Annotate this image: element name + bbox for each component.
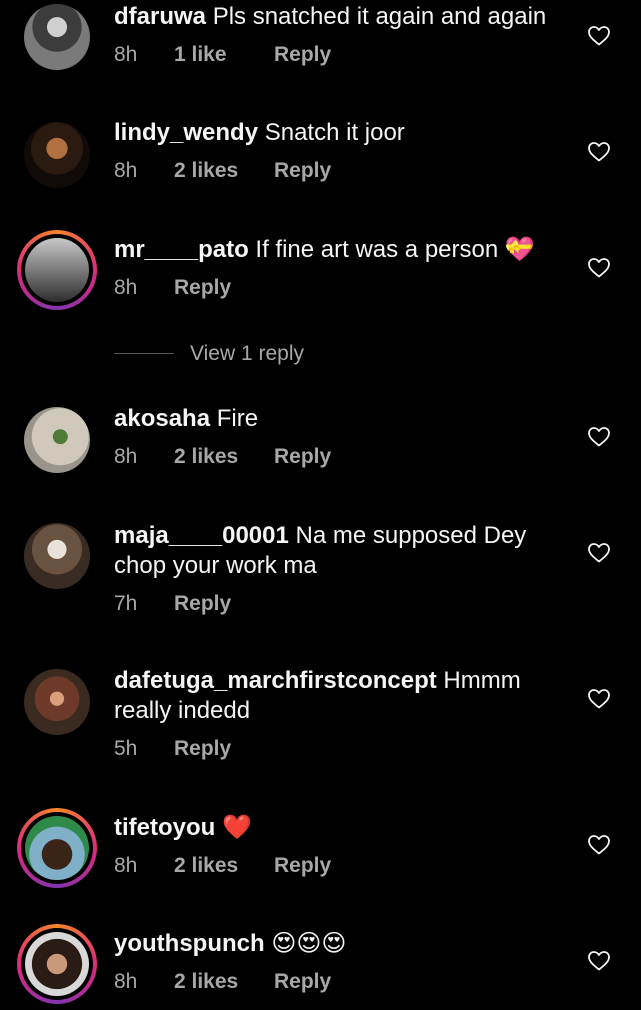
comment-item: youthspunch 😍😍😍 8h 2 likes Reply xyxy=(0,916,641,1010)
reply-button[interactable]: Reply xyxy=(174,736,231,762)
view-replies-label[interactable]: View 1 reply xyxy=(190,341,304,367)
comment-time: 8h xyxy=(114,445,138,468)
avatar[interactable] xyxy=(24,122,90,188)
comment-line: akosaha Fire xyxy=(114,404,574,434)
reply-button[interactable]: Reply xyxy=(274,853,331,879)
comment-likes[interactable]: 2 likes xyxy=(174,853,274,879)
comment-username[interactable]: akosaha xyxy=(114,405,210,432)
avatar-story-ring[interactable] xyxy=(17,924,97,1004)
red-heart-emoji: ❤️ xyxy=(222,813,252,841)
heart-outline-icon[interactable] xyxy=(586,949,612,973)
comment-meta: 8h 2 likes Reply xyxy=(114,969,574,995)
comment-time: 8h xyxy=(114,276,138,299)
comment-username[interactable]: maja____00001 xyxy=(114,522,289,549)
reply-button[interactable]: Reply xyxy=(174,591,231,617)
reply-button[interactable]: Reply xyxy=(274,969,331,995)
comment-text: If fine art was a person xyxy=(255,236,499,263)
comment-line: tifetoyou ❤️ xyxy=(114,812,574,843)
comment-meta: 8h Reply xyxy=(114,275,574,301)
heart-outline-icon[interactable] xyxy=(586,687,612,711)
comment-text-line2: chop your work ma xyxy=(114,552,317,579)
comment-username[interactable]: mr____pato xyxy=(114,236,249,263)
comment-line: mr____pato If fine art was a person 💝 xyxy=(114,234,574,265)
comment-text-line2: really indedd xyxy=(114,697,251,724)
comment-time: 8h xyxy=(114,159,138,182)
comment-item: tifetoyou ❤️ 8h 2 likes Reply xyxy=(0,800,641,912)
comment-item: lindy_wendy Snatch it joor 8h 2 likes Repl… xyxy=(0,110,641,222)
comment-likes[interactable]: 1 like xyxy=(174,42,274,68)
avatar[interactable] xyxy=(24,669,90,735)
comment-line: lindy_wendy Snatch it joor xyxy=(114,118,574,148)
comment-username[interactable]: tifetoyou xyxy=(114,814,215,841)
comment-meta: 8h 2 likes Reply xyxy=(114,158,574,184)
comment-username[interactable]: youthspunch xyxy=(114,930,265,957)
reply-button[interactable]: Reply xyxy=(274,42,331,68)
comment-item: akosaha Fire 8h 2 likes Reply xyxy=(0,392,641,502)
avatar-story-ring[interactable] xyxy=(17,808,97,888)
avatar[interactable] xyxy=(24,407,90,473)
comment-text: Pls snatched it again and again xyxy=(212,3,547,30)
comment-time: 8h xyxy=(114,43,138,66)
heart-outline-icon[interactable] xyxy=(586,425,612,449)
divider xyxy=(114,353,174,354)
comment-likes[interactable]: 2 likes xyxy=(174,444,274,470)
comment-item: mr____pato If fine art was a person 💝 8h… xyxy=(0,222,641,332)
comment-username[interactable]: dfaruwa xyxy=(114,3,206,30)
reply-button[interactable]: Reply xyxy=(274,158,331,184)
comment-likes[interactable]: 2 likes xyxy=(174,158,274,184)
comment-meta: 8h 1 like Reply xyxy=(114,42,574,68)
avatar[interactable] xyxy=(24,523,90,589)
comment-text: Snatch it joor xyxy=(264,119,405,146)
comment-item: dafetuga_marchfirstconcept Hmmm really i… xyxy=(0,654,641,794)
comment-username[interactable]: lindy_wendy xyxy=(114,119,258,146)
comment-meta: 8h 2 likes Reply xyxy=(114,853,574,879)
comment-line: dafetuga_marchfirstconcept Hmmm xyxy=(114,666,574,696)
comment-line: youthspunch 😍😍😍 xyxy=(114,928,574,959)
heart-outline-icon[interactable] xyxy=(586,833,612,857)
heart-eyes-emoji: 😍😍😍 xyxy=(271,929,347,957)
comment-text: Na me supposed Dey xyxy=(295,522,527,549)
heart-outline-icon[interactable] xyxy=(586,541,612,565)
avatar-story-ring[interactable] xyxy=(17,230,97,310)
comment-meta: 8h 2 likes Reply xyxy=(114,444,574,470)
comment-username[interactable]: dafetuga_marchfirstconcept xyxy=(114,667,437,694)
comment-time: 5h xyxy=(114,737,138,760)
comment-meta: 7h Reply xyxy=(114,591,574,617)
comment-text: Hmmm xyxy=(443,667,521,694)
avatar[interactable] xyxy=(24,4,90,70)
reply-button[interactable]: Reply xyxy=(274,444,331,470)
gift-heart-emoji: 💝 xyxy=(504,235,535,263)
heart-outline-icon[interactable] xyxy=(586,24,612,48)
reply-button[interactable]: Reply xyxy=(174,275,231,301)
comment-item: dfaruwa Pls snatched it again and again … xyxy=(0,0,641,110)
heart-outline-icon[interactable] xyxy=(586,256,612,280)
comment-meta: 5h Reply xyxy=(114,736,574,762)
comment-likes[interactable]: 2 likes xyxy=(174,969,274,995)
comment-line: dfaruwa Pls snatched it again and again xyxy=(114,2,574,32)
comment-item: maja____00001 Na me supposed Dey chop yo… xyxy=(0,508,641,648)
comment-line: maja____00001 Na me supposed Dey xyxy=(114,521,574,551)
view-replies-button[interactable]: View 1 reply xyxy=(114,341,414,367)
heart-outline-icon[interactable] xyxy=(586,140,612,164)
comment-time: 8h xyxy=(114,854,138,877)
comment-time: 8h xyxy=(114,970,138,993)
comment-time: 7h xyxy=(114,592,138,615)
comment-text: Fire xyxy=(216,405,259,432)
